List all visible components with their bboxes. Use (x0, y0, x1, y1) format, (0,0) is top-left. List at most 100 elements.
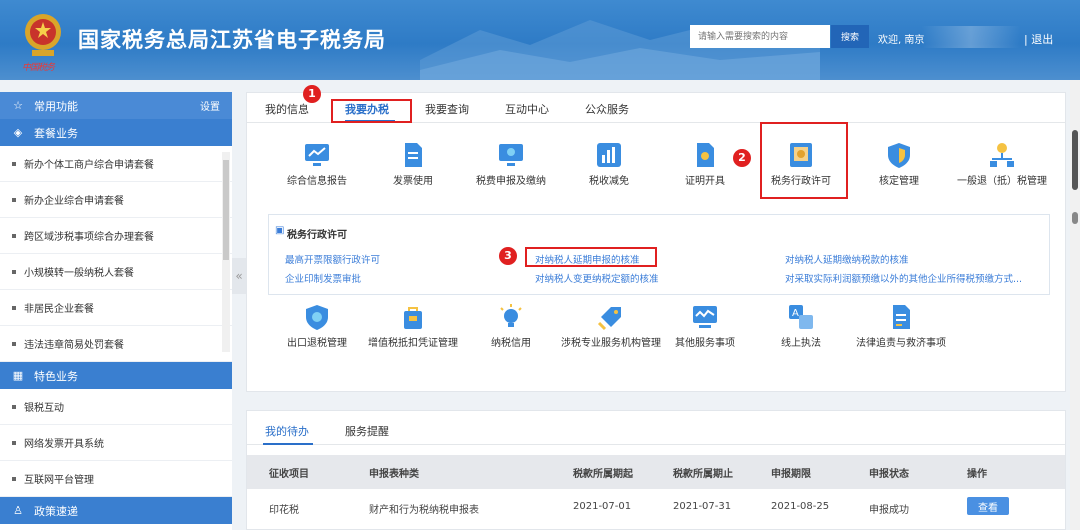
service-label: 增值税抵扣凭证管理 (368, 338, 458, 349)
settings-link[interactable]: 设置 (200, 98, 220, 113)
col-status: 申报状态 (869, 469, 909, 480)
service-label: 税收减免 (589, 176, 629, 187)
sidebar-item-label: 新办企业综合申请套餐 (24, 196, 124, 207)
sidebar-item-label: 跨区域涉税事项综合办理套餐 (24, 232, 154, 243)
shield-check-icon (306, 305, 328, 330)
star-icon: ☆ (13, 99, 23, 112)
tab-my-todo[interactable]: 我的待办 (265, 423, 309, 439)
policy-label: 政策速递 (34, 504, 78, 518)
service-professional-agency[interactable]: 涉税专业服务机构管理 (561, 303, 661, 350)
sidebar-item[interactable]: 网络发票开具系统 (0, 425, 232, 461)
col-form-type: 申报表种类 (369, 469, 419, 480)
cell-item: 印花税 (269, 505, 299, 516)
tab-public-service[interactable]: 公众服务 (585, 101, 629, 117)
service-label: 核定管理 (879, 176, 919, 187)
invoice-document-icon (405, 143, 422, 167)
service-label: 税费申报及缴纳 (476, 176, 546, 187)
report-chart-icon (305, 144, 329, 166)
sidebar-scrollbar[interactable] (222, 152, 230, 352)
bullet-icon (12, 197, 16, 202)
service-label: 一般退（抵）税管理 (957, 176, 1047, 187)
brand-subtitle: 中国税务 (22, 63, 55, 73)
service-credit[interactable]: 纳税信用 (463, 303, 559, 350)
service-export-refund[interactable]: 出口退税管理 (269, 303, 365, 350)
translate-icon: A (789, 305, 813, 329)
link-change-quota[interactable]: 对纳税人变更纳税定额的核准 (535, 271, 659, 285)
link-prepayment-method[interactable]: 对采取实际利润额预缴以外的其他企业所得税预缴方式... (785, 271, 1022, 285)
service-label: 发票使用 (393, 176, 433, 187)
cell-period-start: 2021-07-01 (573, 501, 632, 512)
col-action: 操作 (967, 469, 987, 480)
highlight-box-tab (331, 99, 412, 123)
step-badge-1: 1 (303, 85, 321, 103)
subpanel-title: 税务行政许可 (287, 230, 347, 241)
link-invoice-limit[interactable]: 最高开票限额行政许可 (285, 252, 380, 266)
link-delay-payment[interactable]: 对纳税人延期缴纳税款的核准 (785, 252, 909, 266)
service-assessment[interactable]: 核定管理 (851, 141, 947, 188)
bullet-icon (12, 476, 16, 481)
search-input[interactable] (690, 25, 830, 48)
sidebar-item[interactable]: 新办个体工商户综合申请套餐 (0, 146, 232, 182)
special-label: 特色业务 (34, 369, 78, 383)
table-row: 印花税 财产和行为税纳税申报表 2021-07-01 2021-07-31 20… (247, 491, 1065, 521)
sidebar-item-label: 小规模转一般纳税人套餐 (24, 268, 134, 279)
sidebar-item[interactable]: 跨区域涉税事项综合办理套餐 (0, 218, 232, 254)
service-refund[interactable]: 一般退（抵）税管理 (949, 141, 1055, 188)
service-declaration-payment[interactable]: 税费申报及缴纳 (463, 141, 559, 188)
todo-panel: 我的待办 服务提醒 征收项目 申报表种类 税款所属期起 税款所属期止 申报期限 … (246, 410, 1066, 530)
col-item: 征收项目 (269, 469, 309, 480)
sidebar-item[interactable]: 银税互动 (0, 389, 232, 425)
tab-service-reminder[interactable]: 服务提醒 (345, 423, 389, 439)
service-comprehensive-report[interactable]: 综合信息报告 (269, 141, 365, 188)
view-button[interactable]: 查看 (967, 497, 1009, 515)
sidebar-scroll-thumb[interactable] (223, 160, 229, 260)
service-label: 证明开具 (685, 176, 725, 187)
page-scroll-thumb[interactable] (1072, 130, 1078, 190)
common-functions-header[interactable]: ☆ 常用功能 设置 (0, 92, 232, 119)
col-period-start: 税款所属期起 (573, 469, 633, 480)
logout-link[interactable]: | 退出 (1024, 31, 1053, 47)
tag-icon (597, 307, 621, 331)
sidebar-item[interactable]: 小规模转一般纳税人套餐 (0, 254, 232, 290)
bullet-icon (12, 233, 16, 238)
step-badge-2: 2 (733, 149, 751, 167)
license-small-icon: ▣ (275, 225, 285, 236)
collapse-sidebar-button[interactable]: « (232, 258, 246, 294)
sidebar-item[interactable]: 新办企业综合申请套餐 (0, 182, 232, 218)
cell-form-type: 财产和行为税纳税申报表 (369, 505, 479, 516)
service-label: 其他服务事项 (675, 338, 735, 349)
special-header[interactable]: ▦ 特色业务 (0, 362, 232, 389)
bullet-icon (12, 341, 16, 346)
tab-my-info[interactable]: 我的信息 (265, 101, 309, 117)
sidebar-item[interactable]: 互联网平台管理 (0, 461, 232, 497)
tab-query[interactable]: 我要查询 (425, 101, 469, 117)
certificate-icon (697, 143, 714, 167)
service-invoice-use[interactable]: 发票使用 (365, 141, 461, 188)
service-tax-reduction[interactable]: 税收减免 (561, 141, 657, 188)
page-scroll-marker (1072, 212, 1078, 224)
service-label: 涉税专业服务机构管理 (561, 338, 661, 349)
sidebar-item-label: 互联网平台管理 (24, 475, 94, 486)
layers-icon: ◈ (13, 126, 23, 139)
tab-interaction[interactable]: 互动中心 (505, 101, 549, 117)
link-invoice-printing[interactable]: 企业印制发票审批 (285, 271, 361, 285)
page-scrollbar[interactable] (1070, 80, 1080, 530)
sidebar: ☆ 常用功能 设置 ◈ 套餐业务 新办个体工商户综合申请套餐 新办企业综合申请套… (0, 92, 232, 530)
username-mask (922, 26, 1020, 48)
search-button[interactable]: 搜索 (831, 25, 869, 48)
todo-tabs: 我的待办 服务提醒 (247, 411, 1065, 445)
policy-header[interactable]: ♙ 政策速递 (0, 497, 232, 524)
package-header[interactable]: ◈ 套餐业务 (0, 119, 232, 146)
sidebar-item[interactable]: 非居民企业套餐 (0, 290, 232, 326)
service-online-enforcement[interactable]: A 线上执法 (753, 303, 849, 350)
sidebar-item-label: 新办个体工商户综合申请套餐 (24, 160, 154, 171)
service-other[interactable]: 其他服务事项 (657, 303, 753, 350)
todo-tab-indicator (263, 443, 313, 445)
sidebar-item-label: 违法违章简易处罚套餐 (24, 340, 124, 351)
service-vat-voucher[interactable]: 增值税抵扣凭证管理 (365, 303, 461, 350)
highlight-box-delay (525, 247, 657, 267)
bag-icon (404, 307, 422, 329)
service-legal-remedy[interactable]: 法律追责与救济事项 (851, 303, 951, 350)
welcome-text: 欢迎, 南京 (878, 35, 925, 46)
sidebar-item[interactable]: 违法违章简易处罚套餐 (0, 326, 232, 362)
